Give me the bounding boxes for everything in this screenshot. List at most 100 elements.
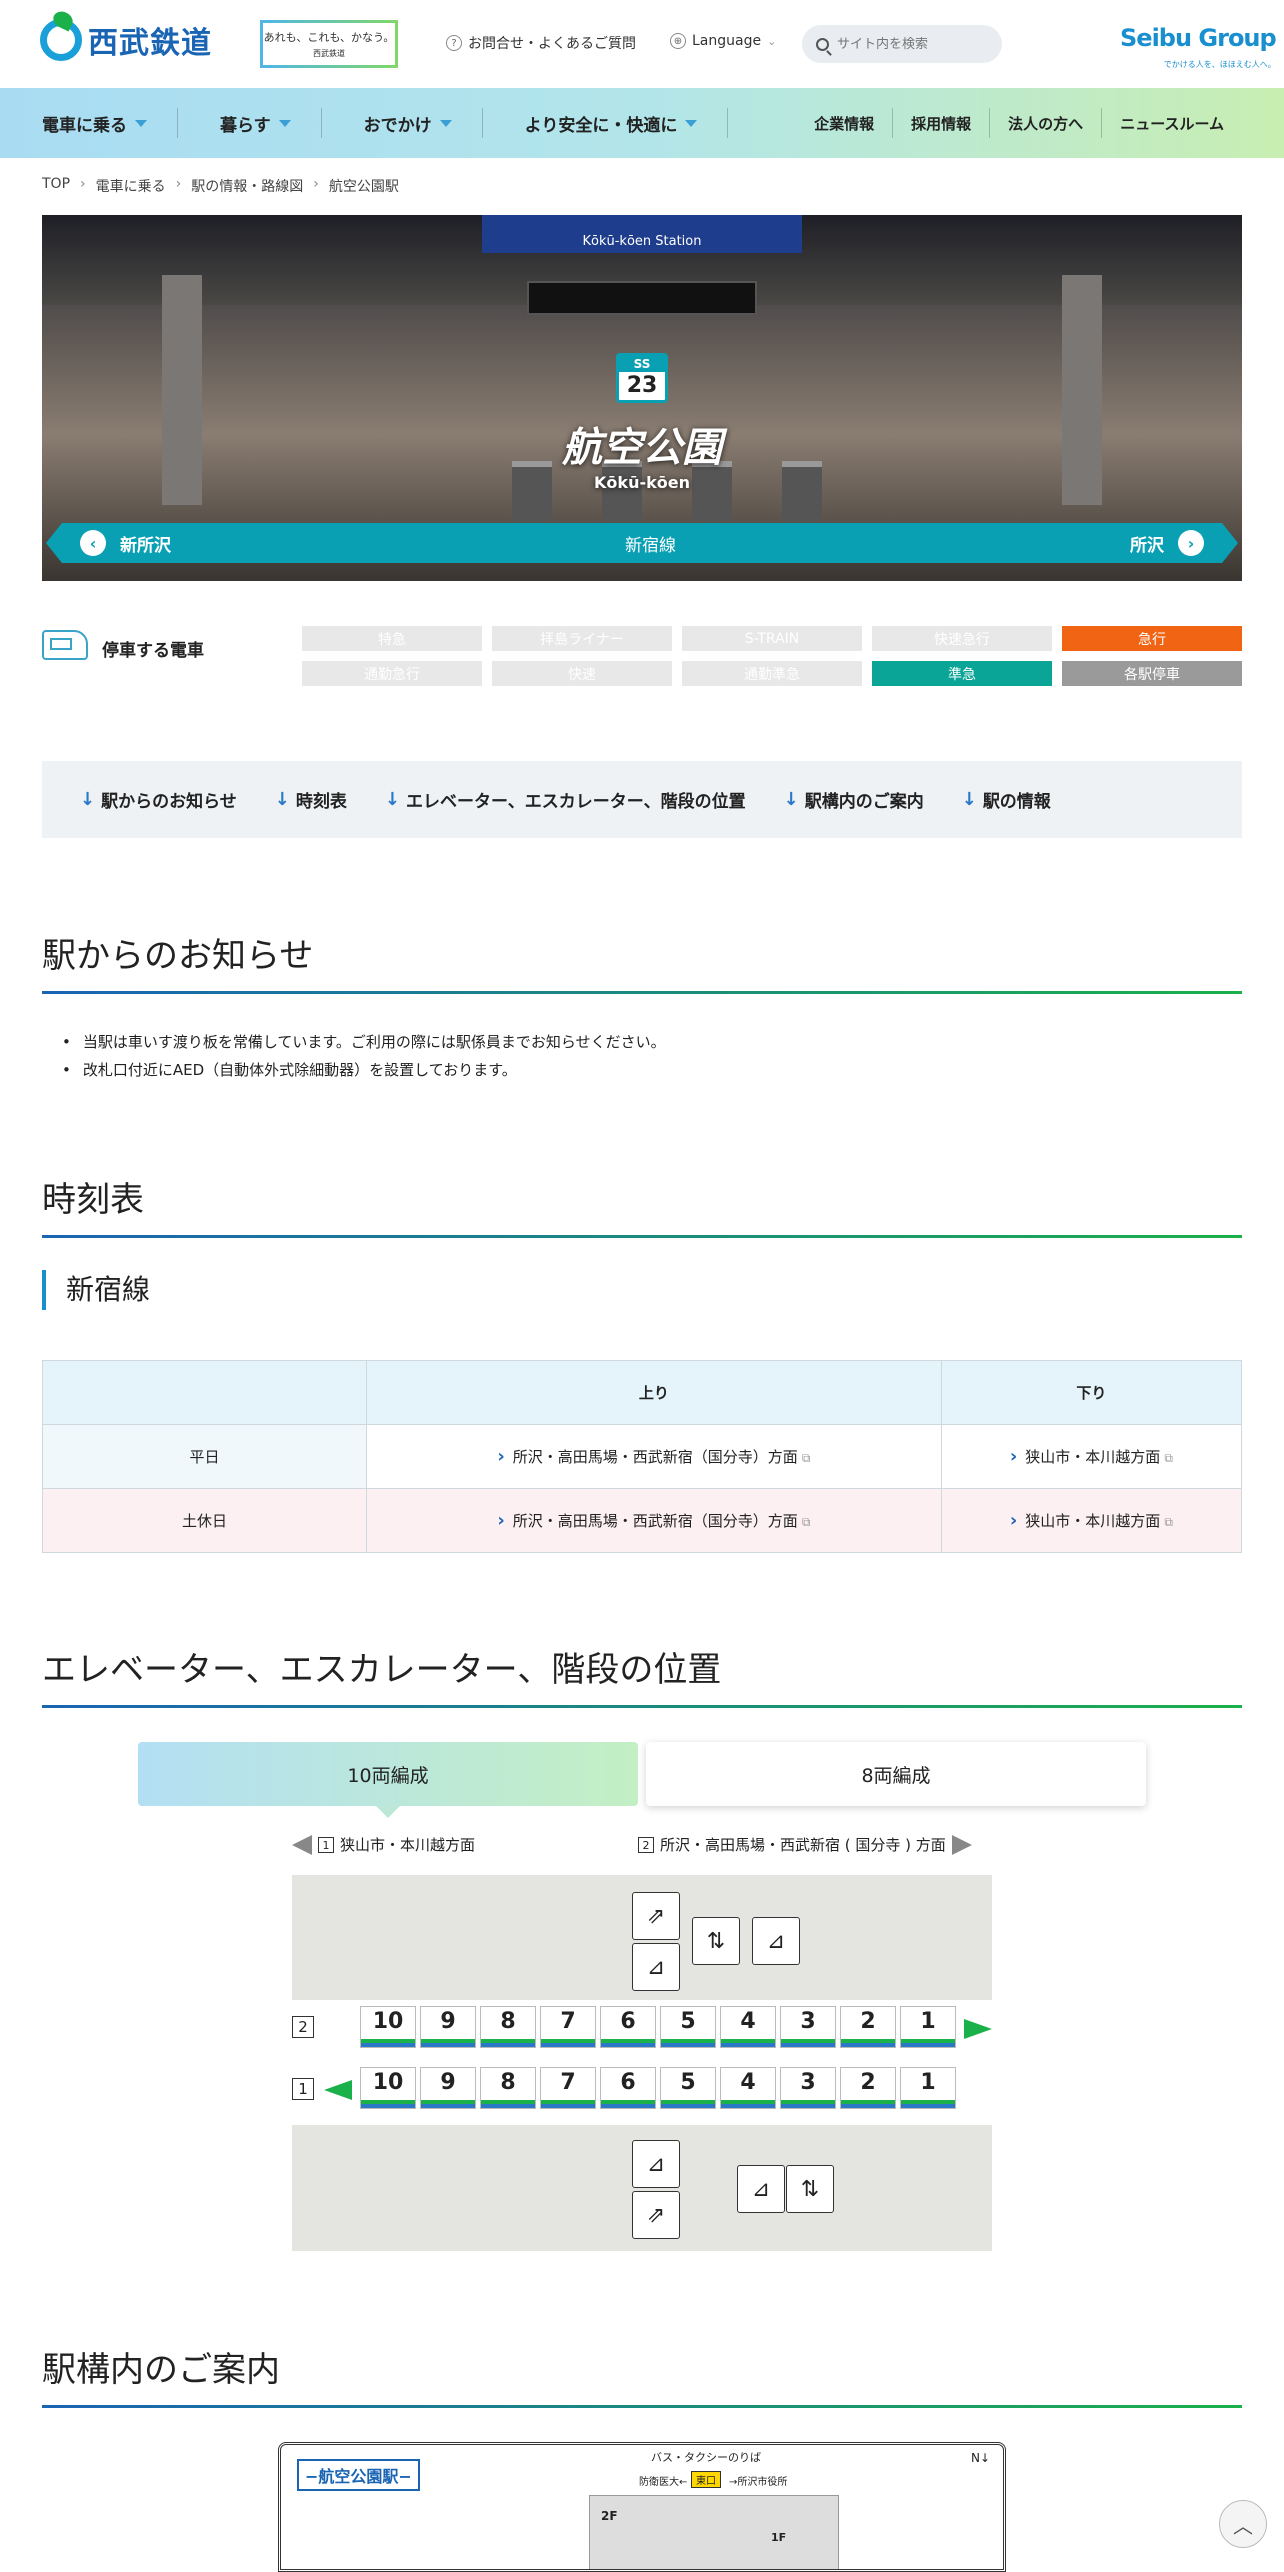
departure-board: [527, 281, 757, 315]
table-header: [42, 1360, 367, 1425]
chevron-right-icon: ›: [1178, 530, 1204, 556]
train-type-badge: 各駅停車: [1062, 661, 1242, 686]
train-car: 4: [720, 2006, 776, 2048]
arrow-right-icon: [964, 2019, 992, 2039]
seibu-logo[interactable]: 西武鉄道: [40, 18, 212, 62]
chevron-right-icon: ›: [175, 176, 182, 192]
prev-station-name: 新所沢: [120, 535, 171, 556]
seibu-logo-icon: [40, 19, 82, 61]
stairs-icon: ⊿: [632, 1943, 680, 1991]
train-type-badge: 通勤準急: [682, 661, 862, 686]
language-label: Language: [692, 33, 762, 49]
line-bar: ‹ 新所沢 新宿線 所沢 ›: [46, 523, 1238, 563]
logo-text: 西武鉄道: [88, 26, 212, 61]
jump-elevator[interactable]: ↓ エレベーター、エスカレーター、階段の位置: [385, 787, 746, 812]
arrow-right-icon: [951, 1834, 972, 1855]
stairs-icon: ⊿: [737, 2165, 785, 2213]
elevator-heading: エレベーター、エスカレーター、階段の位置: [42, 1642, 1242, 1708]
train-car: 9: [420, 2067, 476, 2109]
jump-guide[interactable]: ↓ 駅構内のご案内: [784, 787, 924, 812]
track-number: 1: [292, 2078, 314, 2100]
search-icon: [816, 37, 829, 51]
next-station-link[interactable]: 所沢 ›: [1112, 530, 1222, 556]
direction-right: 2 所沢・高田馬場・西武新宿 ( 国分寺 ) 方面: [638, 1834, 972, 1855]
jump-label: 駅の情報: [982, 792, 1051, 812]
jump-notice[interactable]: ↓ 駅からのお知らせ: [80, 787, 237, 812]
chevron-right-icon: ›: [313, 176, 319, 192]
timetable-link-down[interactable]: 狭山市・本川越方面: [1010, 1448, 1173, 1466]
breadcrumb-stations[interactable]: 駅の情報・路線図: [191, 176, 303, 196]
search-input[interactable]: [837, 36, 987, 52]
group-tagline: でかける人を、ほほえむ人へ。: [1163, 60, 1276, 69]
train-car: 8: [480, 2006, 536, 2048]
language-menu[interactable]: ⊕ Language ⌄: [670, 33, 776, 49]
nav-newsroom[interactable]: ニュースルーム: [1101, 108, 1242, 138]
train-car: 3: [780, 2067, 836, 2109]
track-number: 2: [638, 1836, 654, 1853]
notice-item: 改札口付近にAED（自動体外式除細動器）を設置しております。: [62, 1056, 666, 1084]
elevator-icon: ⇅: [786, 2165, 834, 2213]
guide-heading: 駅構内のご案内: [42, 2342, 1242, 2408]
notice-heading: 駅からのお知らせ: [42, 928, 1242, 994]
nav-outing[interactable]: おでかけ: [322, 108, 483, 138]
timetable-line-heading: 新宿線: [42, 1270, 150, 1310]
arrow-left-icon: [292, 1834, 312, 1855]
nav-label: 暮らす: [220, 115, 271, 136]
train-type-badge: 特急: [302, 626, 482, 651]
map-bus-label: バス・タクシーのりば: [651, 2451, 761, 2464]
nav-living[interactable]: 暮らす: [178, 108, 322, 138]
nav-recruit[interactable]: 採用情報: [892, 108, 989, 138]
back-to-top-button[interactable]: ︿: [1219, 2500, 1267, 2548]
train-type-badge: 急行: [1062, 626, 1242, 651]
stairs-icon: ⊿: [752, 1917, 800, 1965]
breadcrumb-ride[interactable]: 電車に乗る: [96, 176, 166, 196]
train-car: 9: [420, 2006, 476, 2048]
train-car: 2: [840, 2067, 896, 2109]
jump-timetable[interactable]: ↓ 時刻表: [275, 787, 347, 812]
nav-safety[interactable]: より安全に・快適に: [483, 108, 729, 138]
train-icon: [42, 630, 88, 660]
caret-down-icon: [278, 119, 291, 127]
jump-label: 時刻表: [295, 792, 347, 812]
tab-10-cars[interactable]: 10両編成: [138, 1742, 638, 1818]
nav-label: おでかけ: [363, 115, 432, 136]
slogan-banner[interactable]: あれも、これも、かなう。 西武鉄道: [260, 20, 398, 68]
nav-corporate[interactable]: 企業情報: [796, 108, 892, 138]
map-floor-label: 2F: [601, 2509, 618, 2523]
jump-label: 駅構内のご案内: [804, 792, 924, 812]
timetable-link-up[interactable]: 所沢・高田馬場・西武新宿（国分寺）方面: [497, 1448, 810, 1466]
jump-label: エレベーター、エスカレーター、階段の位置: [405, 792, 746, 812]
prev-station-link[interactable]: ‹ 新所沢: [62, 530, 189, 556]
train-type-badge: 通勤急行: [302, 661, 482, 686]
caret-down-icon: [135, 119, 147, 127]
train-car: 2: [840, 2006, 896, 2048]
track-1-marker: 1: [292, 2078, 314, 2100]
table-header-up: 上り: [366, 1360, 942, 1425]
tab-8-cars[interactable]: 8両編成: [646, 1742, 1146, 1806]
train-cars-track-1: 10 9 8 7 6 5 4 3 2 1: [360, 2067, 956, 2109]
arrow-down-icon: ↓: [961, 789, 977, 810]
train-car: 7: [540, 2067, 596, 2109]
timetable-link-up[interactable]: 所沢・高田馬場・西武新宿（国分寺）方面: [497, 1512, 810, 1530]
nav-business[interactable]: 法人の方へ: [989, 108, 1101, 138]
seibu-group-logo[interactable]: Seibu Group でかける人を、ほほえむ人へ。: [1120, 24, 1277, 71]
faq-link[interactable]: ? お問合せ・よくあるご質問: [446, 33, 636, 53]
north-arrow-icon: N↓: [971, 2451, 991, 2465]
nav-label: より安全に・快適に: [524, 115, 678, 136]
search-box[interactable]: [802, 25, 1002, 63]
jump-info[interactable]: ↓ 駅の情報: [962, 787, 1051, 812]
timetable-link-down[interactable]: 狭山市・本川越方面: [1010, 1512, 1173, 1530]
nav-label: 電車に乗る: [42, 115, 127, 136]
station-name-jp: 航空公園: [562, 425, 722, 471]
breadcrumb-current: 航空公園駅: [328, 179, 399, 195]
caret-down-icon: [439, 119, 452, 127]
day-cell: 平日: [42, 1424, 367, 1489]
train-car: 10: [360, 2067, 416, 2109]
train-type-badge: S-TRAIN: [682, 626, 862, 651]
table-row: 土休日 所沢・高田馬場・西武新宿（国分寺）方面 狭山市・本川越方面: [42, 1488, 1243, 1553]
globe-icon: ⊕: [670, 33, 686, 49]
nav-ride[interactable]: 電車に乗る: [0, 108, 178, 138]
breadcrumb-top[interactable]: TOP: [42, 176, 70, 196]
map-building: [589, 2495, 839, 2569]
arrow-down-icon: ↓: [80, 789, 96, 810]
